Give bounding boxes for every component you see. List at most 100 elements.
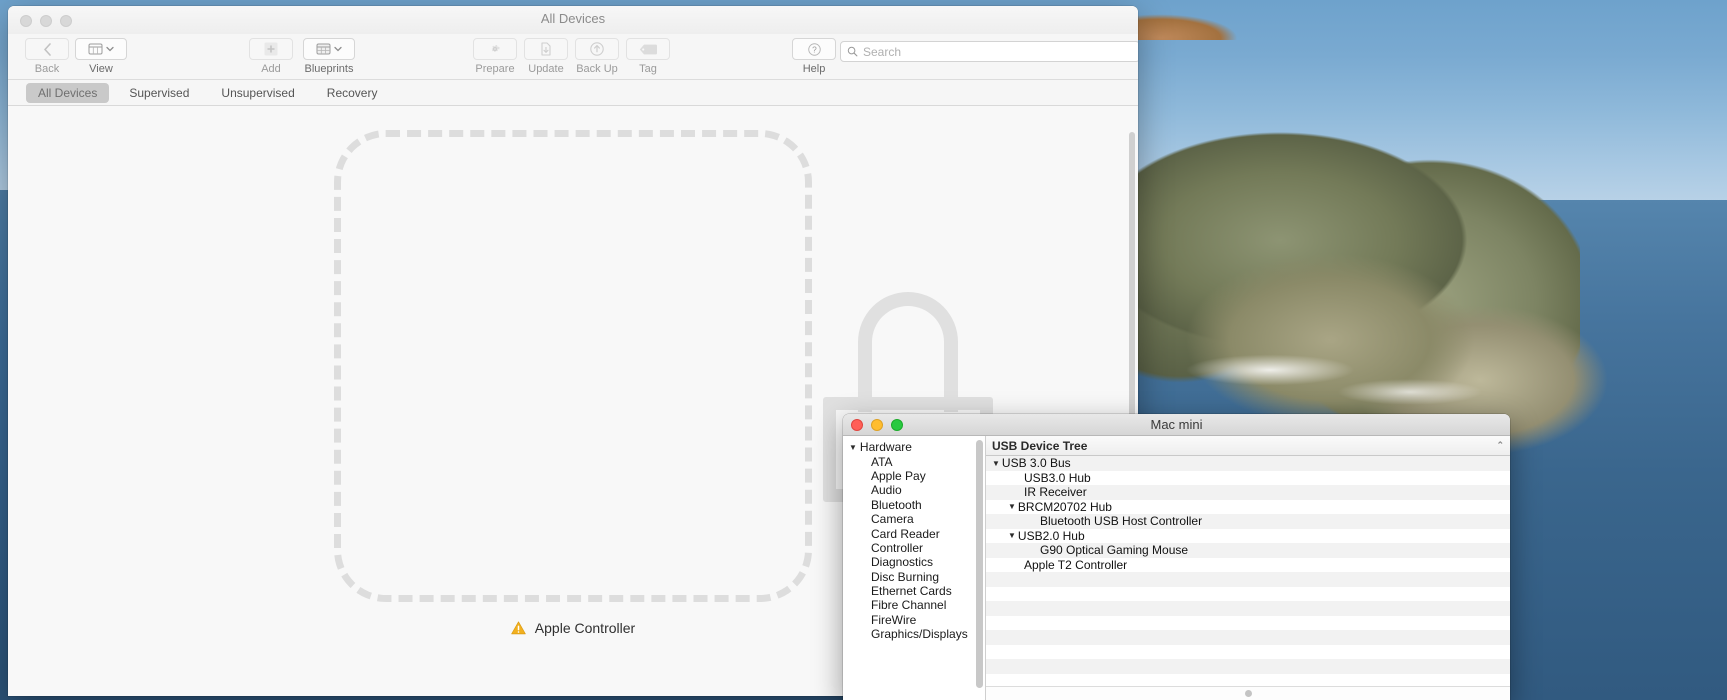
add-button[interactable]: Add [240, 38, 302, 75]
detail-horizontal-scrollbar[interactable] [986, 686, 1510, 700]
tree-row-label: Apple T2 Controller [1024, 557, 1128, 572]
triangle-down-icon[interactable]: ▼ [1008, 502, 1016, 511]
triangle-down-icon[interactable]: ▼ [1008, 531, 1016, 540]
tag-label: Tag [639, 63, 657, 75]
download-icon [524, 38, 568, 60]
sidebar-item-audio[interactable]: Audio [843, 483, 985, 497]
tree-row-label: BRCM20702 Hub [1017, 499, 1112, 514]
sidebar-item-label: Ethernet Cards [871, 584, 952, 599]
sidebar-item-card-reader[interactable]: Card Reader [843, 526, 985, 541]
sidebar-item-label: Camera [871, 512, 914, 527]
tree-row-ir-receiver[interactable]: IR Receiver [986, 485, 1510, 500]
tree-row-apple-t2-controller[interactable]: Apple T2 Controller [986, 557, 1510, 572]
back-button[interactable]: Back [16, 38, 78, 75]
backup-label: Back Up [576, 63, 618, 75]
help-button[interactable]: ? Help [783, 38, 845, 75]
window-title: All Devices [540, 11, 606, 26]
tab-recovery[interactable]: Recovery [315, 83, 390, 103]
blueprints-grid-icon [303, 38, 355, 60]
sidebar-item-label: Graphics/Displays [871, 627, 968, 642]
tree-row-empty [986, 572, 1510, 587]
sidebar-item-graphics-displays[interactable]: Graphics/Displays [843, 627, 985, 641]
grid-view-icon [75, 38, 127, 60]
sidebar-item-label: Fibre Channel [871, 598, 947, 613]
tree-row-empty [986, 601, 1510, 616]
tree-row-label: IR Receiver [1024, 485, 1087, 500]
sidebar-item-label: Apple Pay [871, 468, 926, 483]
sidebar-item-fibre-channel[interactable]: Fibre Channel [843, 598, 985, 612]
mac-mini-body: ▼ Hardware ATA Apple Pay Audio Bluetooth… [843, 436, 1510, 700]
sidebar-item-label: Hardware [859, 440, 912, 455]
tree-row-usb20-hub[interactable]: ▼ USB2.0 Hub [986, 528, 1510, 543]
configurator-titlebar: All Devices [8, 6, 1138, 34]
sidebar-item-diagnostics[interactable]: Diagnostics [843, 555, 985, 569]
tree-row-label: USB2.0 Hub [1017, 528, 1085, 543]
warning-triangle-icon [511, 621, 526, 635]
sidebar-item-label: FireWire [871, 612, 917, 627]
prepare-label: Prepare [475, 63, 515, 75]
tree-row-empty [986, 644, 1510, 659]
sidebar-item-ethernet-cards[interactable]: Ethernet Cards [843, 584, 985, 598]
tab-unsupervised[interactable]: Unsupervised [209, 83, 306, 103]
sidebar-item-label: Audio [871, 483, 902, 498]
tree-row-usb30-hub[interactable]: USB3.0 Hub [986, 470, 1510, 485]
mac-mini-system-information-window: Mac mini ▼ Hardware ATA Apple Pay Audio … [843, 414, 1510, 700]
usb-device-tree-column-header[interactable]: USB Device Tree ⌃ [986, 436, 1510, 456]
sidebar-item-label: Bluetooth [871, 497, 922, 512]
sidebar-item-ata[interactable]: ATA [843, 454, 985, 469]
view-label: View [89, 63, 113, 75]
tree-row-empty [986, 673, 1510, 686]
sidebar-item-label: ATA [871, 454, 893, 469]
tag-icon [626, 38, 670, 60]
tab-all-devices[interactable]: All Devices [26, 82, 110, 103]
sidebar-item-hardware[interactable]: ▼ Hardware [843, 440, 985, 454]
sidebar-item-camera[interactable]: Camera [843, 512, 985, 526]
sidebar-item-bluetooth[interactable]: Bluetooth [843, 498, 985, 512]
scrollbar-thumb[interactable] [1244, 690, 1252, 697]
column-header-label: USB Device Tree [992, 438, 1088, 453]
tag-button[interactable]: Tag [617, 38, 679, 75]
tree-row-label: G90 Optical Gaming Mouse [1040, 543, 1189, 558]
sidebar-item-disc-burning[interactable]: Disc Burning [843, 570, 985, 584]
tree-row-usb-3-bus[interactable]: ▼ USB 3.0 Bus [986, 456, 1510, 471]
back-label: Back [34, 63, 60, 75]
add-label: Add [261, 63, 281, 75]
tree-row-label: USB 3.0 Bus [1001, 456, 1071, 471]
tree-row-label: USB3.0 Hub [1024, 470, 1091, 485]
sidebar-item-label: Card Reader [871, 526, 940, 541]
sidebar-item-label: Disc Burning [871, 569, 940, 584]
tab-supervised[interactable]: Supervised [117, 83, 201, 103]
tree-row-empty [986, 630, 1510, 645]
blueprints-label: Blueprints [304, 63, 354, 75]
device-caption-label: Apple Controller [534, 620, 636, 636]
sidebar-item-controller[interactable]: Controller [843, 541, 985, 555]
device-filter-tabs: All Devices Supervised Unsupervised Reco… [8, 80, 1138, 106]
chevron-left-icon [25, 38, 69, 60]
tree-row-g90-optical-gaming-mouse[interactable]: G90 Optical Gaming Mouse [986, 543, 1510, 558]
svg-text:?: ? [812, 44, 817, 54]
device-drop-placeholder[interactable] [334, 130, 993, 602]
mac-mini-window-title: Mac mini [1150, 417, 1203, 432]
search-field[interactable]: Search [840, 41, 1138, 62]
blueprints-button[interactable]: Blueprints [298, 38, 360, 75]
tree-row-bluetooth-usb-host-controller[interactable]: Bluetooth USB Host Controller [986, 514, 1510, 529]
sidebar-item-label: Controller [871, 540, 924, 555]
help-label: Help [802, 63, 826, 75]
usb-device-tree: ▼ USB 3.0 Bus USB3.0 Hub IR Receiver ▼ B… [986, 456, 1510, 686]
mac-mini-detail-pane: USB Device Tree ⌃ ▼ USB 3.0 Bus USB3.0 H… [986, 436, 1510, 700]
magnifier-icon [847, 46, 858, 57]
sidebar-item-firewire[interactable]: FireWire [843, 613, 985, 627]
configurator-toolbar: Back View Add Blueprints Prepare Update … [8, 34, 1138, 80]
upload-arrow-icon [575, 38, 619, 60]
view-button[interactable]: View [70, 38, 132, 75]
tree-row-brcm20702-hub[interactable]: ▼ BRCM20702 Hub [986, 499, 1510, 514]
triangle-down-icon[interactable]: ▼ [849, 443, 857, 452]
plus-icon [249, 38, 293, 60]
sidebar-scrollbar[interactable] [976, 440, 983, 688]
triangle-down-icon[interactable]: ▼ [992, 459, 1000, 468]
mac-mini-sidebar[interactable]: ▼ Hardware ATA Apple Pay Audio Bluetooth… [843, 436, 985, 700]
mac-mini-titlebar: Mac mini [843, 414, 1510, 436]
tree-row-empty [986, 659, 1510, 674]
sidebar-item-apple-pay[interactable]: Apple Pay [843, 469, 985, 483]
sidebar-item-label: Diagnostics [871, 555, 934, 570]
